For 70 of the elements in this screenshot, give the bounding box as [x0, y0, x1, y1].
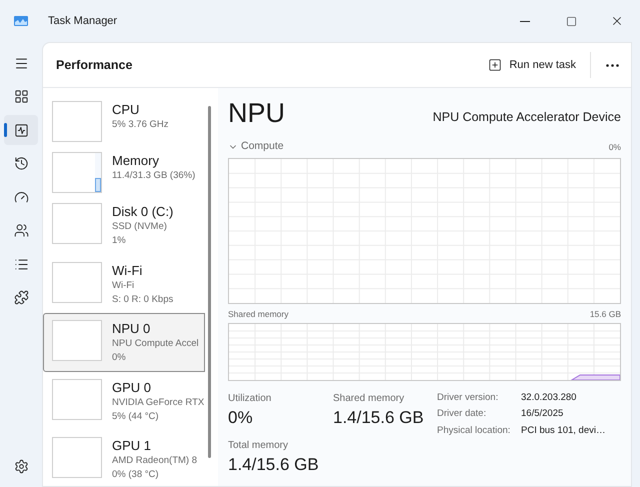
selection-indicator [4, 123, 7, 137]
device-item[interactable]: NPU 0 NPU Compute Accel 0% [43, 313, 205, 372]
scrollbar[interactable] [208, 106, 211, 458]
device-info: Wi-Fi [112, 278, 136, 292]
device-info: 0% [112, 351, 127, 365]
property-value: PCI bus 101, devi… [521, 424, 606, 437]
device-info: 0% (38 °C) [112, 468, 160, 482]
stat-label: Shared memory [333, 392, 406, 406]
property-value: 32.0.203.280 [521, 390, 576, 404]
mini-graph [52, 320, 102, 361]
graph-max: 0% [608, 140, 621, 154]
nav-button[interactable] [4, 115, 38, 145]
device-info: SSD (NVMe) [112, 220, 168, 234]
device-heading: NPU [228, 97, 286, 130]
device-name: CPU [112, 101, 140, 118]
stat-label: Utilization [228, 392, 272, 406]
device-item[interactable]: Disk 0 (C:) SSD (NVMe) 1% [43, 196, 205, 254]
puzzle-icon [14, 290, 28, 305]
device-name: GPU 0 [112, 378, 152, 396]
device-item[interactable]: CPU 5% 3.76 GHz [43, 94, 205, 145]
list-icon [14, 256, 28, 272]
window-title: Task Manager [48, 14, 118, 29]
maximize-icon [566, 16, 576, 26]
device-item[interactable]: Memory 11.4/31.3 GB (36%) [43, 145, 205, 196]
app-icon [14, 16, 28, 26]
device-info: 1% [112, 234, 127, 248]
device-model: NPU Compute Accelerator Device [432, 109, 621, 126]
property-value: 16/5/2025 [521, 407, 564, 420]
stat-value: 1.4/15.6 GB [333, 406, 425, 428]
new-task-icon [488, 58, 502, 72]
settings-icon [14, 458, 28, 474]
mini-graph [52, 101, 102, 142]
property-label: Driver date: [437, 407, 488, 420]
device-name: NPU 0 [112, 320, 152, 337]
run-new-task-button[interactable]: Run new task [480, 50, 584, 80]
grid-icon [14, 89, 28, 104]
mini-graph [52, 378, 102, 420]
mini-graph [52, 203, 102, 244]
graph-label: Shared memory [228, 308, 288, 320]
device-name: Wi-Fi [112, 262, 144, 278]
device-info: S: 0 R: 0 Kbps [112, 292, 174, 306]
device-item[interactable]: GPU 1 AMD Radeon(TM) 8 0% (38 °C) [43, 430, 205, 487]
graph-max: 15.6 GB [590, 308, 621, 320]
device-item[interactable]: Wi-Fi Wi-Fi S: 0 R: 0 Kbps [43, 254, 205, 313]
property-label: Driver version: [437, 390, 500, 404]
stat-value: 0% [228, 406, 254, 428]
gauge-icon [14, 190, 28, 204]
device-name: Disk 0 (C:) [112, 203, 174, 220]
device-info: NVIDIA GeForce RTX [112, 396, 204, 410]
history-icon [14, 156, 28, 171]
device-name: GPU 1 [112, 437, 152, 454]
pulse-chart-icon [14, 122, 28, 138]
menu-icon [14, 56, 28, 70]
stat-label: Total memory [228, 438, 290, 452]
device-info: 5% 3.76 GHz [112, 118, 168, 132]
device-info: 5% (44 °C) [112, 410, 160, 424]
more-icon [606, 64, 618, 66]
stat-value: 1.4/15.6 GB [228, 454, 320, 476]
device-info: NPU Compute Accel [112, 337, 199, 351]
page-title: Performance [56, 56, 132, 74]
device-info: 11.4/31.3 GB (36%) [112, 169, 196, 183]
mini-graph [52, 437, 102, 478]
device-info: AMD Radeon(TM) 8 [112, 454, 197, 468]
minimize-icon [520, 20, 530, 22]
device-item[interactable]: GPU 0 NVIDIA GeForce RTX 5% (44 °C) [43, 372, 205, 430]
device-name: Memory [112, 152, 160, 169]
users-icon [14, 223, 28, 238]
property-label: Physical location: [437, 424, 512, 437]
mini-graph [52, 262, 102, 302]
graph-label: Compute [241, 139, 284, 154]
